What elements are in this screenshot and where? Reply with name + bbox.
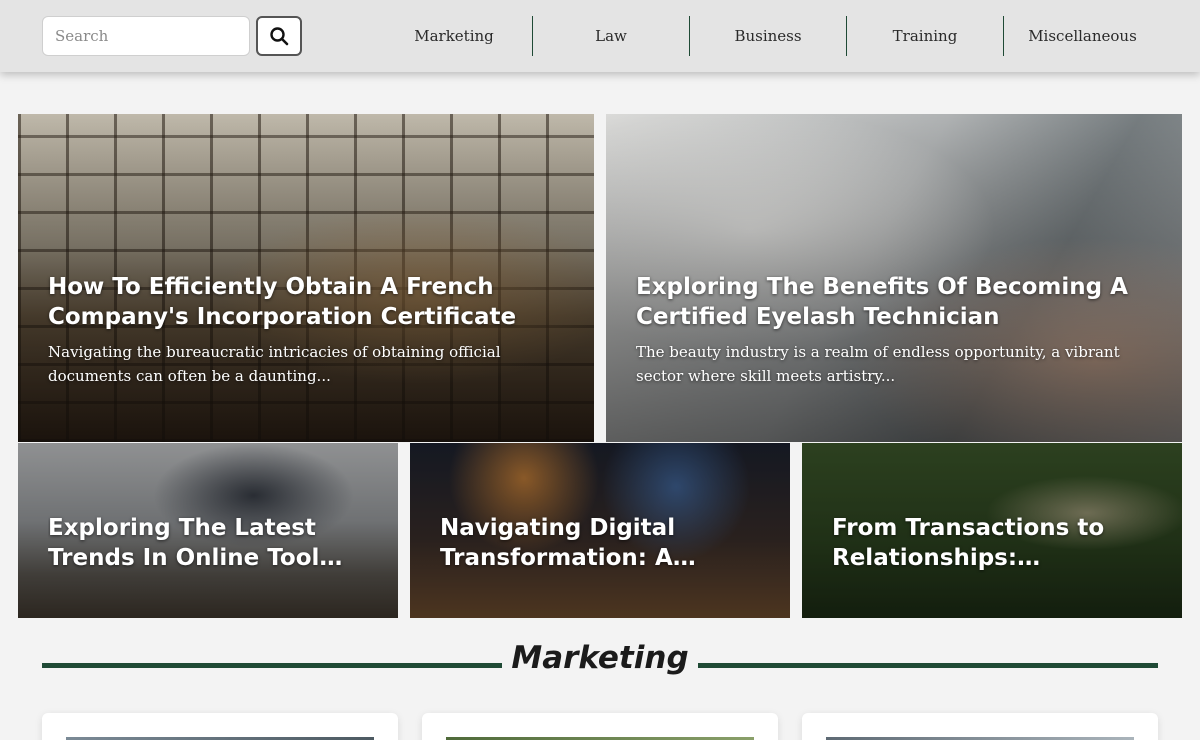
article-title: How To Efficiently Obtain A French Compa…: [48, 274, 517, 330]
nav-miscellaneous[interactable]: Miscellaneous: [1004, 16, 1161, 56]
nav-law[interactable]: Law: [533, 16, 690, 56]
featured-article-card[interactable]: How To Efficiently Obtain A French Compa…: [18, 114, 594, 442]
article-title: From Transactions to Relationships: Reth…: [832, 515, 1105, 571]
section-divider-right: [698, 663, 1158, 668]
article-title: Exploring The Latest Trends In Online To…: [48, 515, 320, 571]
marketing-article-card[interactable]: [42, 713, 398, 740]
section-title: Marketing: [511, 640, 689, 676]
marketing-article-card[interactable]: [422, 713, 778, 740]
article-card[interactable]: From Transactions to Relationships: Reth…: [802, 443, 1182, 618]
search-icon: [270, 27, 289, 46]
featured-article-card[interactable]: Exploring The Benefits Of Becoming A Cer…: [606, 114, 1182, 442]
nav-business[interactable]: Business: [690, 16, 847, 56]
search-button[interactable]: [256, 16, 302, 56]
article-card[interactable]: Navigating Digital Transformation: A Roa…: [410, 443, 790, 618]
main-nav: Marketing Law Business Training Miscella…: [376, 16, 1161, 56]
article-excerpt: Navigating the bureaucratic intricacies …: [48, 343, 501, 385]
search-input[interactable]: [42, 16, 250, 56]
nav-marketing[interactable]: Marketing: [376, 16, 533, 56]
article-excerpt: The beauty industry is a realm of endles…: [636, 343, 1120, 385]
article-title: Exploring The Benefits Of Becoming A Cer…: [636, 274, 1128, 330]
section-divider-left: [42, 663, 502, 668]
article-title: Navigating Digital Transformation: A Roa…: [440, 515, 676, 571]
site-header: Marketing Law Business Training Miscella…: [0, 0, 1200, 72]
marketing-article-card[interactable]: [802, 713, 1158, 740]
article-card[interactable]: Exploring The Latest Trends In Online To…: [18, 443, 398, 618]
nav-training[interactable]: Training: [847, 16, 1004, 56]
